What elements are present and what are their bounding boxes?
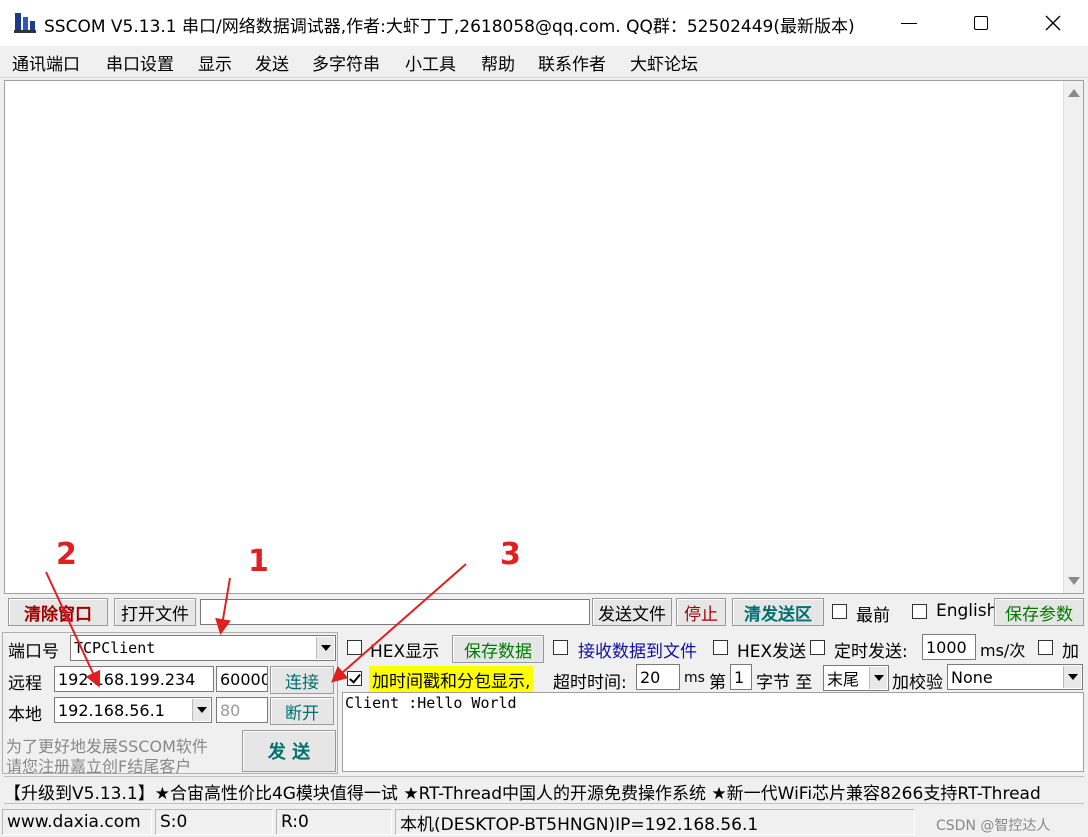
title-bar: SSCOM V5.13.1 串口/网络数据调试器,作者:大虾丁丁,2618058… (0, 0, 1088, 46)
byte-index-input[interactable]: 1 (730, 664, 752, 690)
timed-send-label: 定时发送: (834, 642, 908, 662)
send-file-button[interactable]: 发送文件 (592, 598, 672, 626)
disconnect-button[interactable]: 断开 (270, 697, 334, 725)
file-path-input[interactable] (200, 599, 590, 625)
recv-to-file-checkbox[interactable] (553, 640, 568, 655)
receive-area[interactable] (4, 80, 1084, 594)
timeout-input[interactable]: 20 (636, 664, 680, 690)
local-ip-select[interactable]: 192.168.56.1 (54, 697, 212, 723)
connect-button[interactable]: 连接 (270, 666, 334, 694)
interval-input[interactable]: 1000 (922, 634, 976, 660)
receive-scrollbar[interactable] (1063, 81, 1083, 593)
scroll-up-icon[interactable] (1068, 89, 1080, 97)
annotation-3: 3 (500, 537, 521, 572)
scroll-down-icon[interactable] (1068, 577, 1080, 585)
byte-prefix: 第 (709, 673, 726, 693)
local-port-input[interactable]: 80 (216, 697, 268, 723)
minimize-button[interactable] (882, 0, 936, 46)
hex-display-label: HEX显示 (370, 642, 440, 662)
watermark: CSDN @智控达人 (936, 818, 1051, 834)
status-bar: www.daxia.com S:0 R:0 本机(DESKTOP-BT5HNGN… (0, 806, 1088, 837)
promo-line-2: 请您注册嘉立创F结尾客户 (6, 757, 192, 776)
end-select-value: 末尾 (827, 670, 860, 689)
timestamp-checkbox[interactable] (347, 671, 362, 686)
add-label: 加 (1062, 642, 1079, 662)
send-button[interactable]: 发 送 (242, 730, 336, 772)
maximize-button[interactable] (954, 0, 1008, 46)
english-checkbox[interactable] (912, 604, 927, 619)
stop-button[interactable]: 停止 (676, 598, 726, 626)
send-text-area[interactable]: Client :Hello World (342, 692, 1084, 772)
status-received-count: R:0 (276, 809, 392, 835)
minimize-icon (901, 22, 917, 24)
annotation-2: 2 (56, 537, 77, 572)
timeout-label: 超时时间: (553, 673, 627, 693)
timed-send-checkbox[interactable] (810, 640, 825, 655)
port-select[interactable]: TCPClient (70, 635, 336, 661)
send-text-content: Client :Hello World (345, 694, 517, 712)
chevron-down-icon[interactable] (192, 699, 210, 721)
checksum-label: 加校验 (892, 673, 943, 693)
english-label: English (936, 601, 998, 621)
menu-send[interactable]: 发送 (255, 50, 289, 75)
chevron-down-icon[interactable] (869, 667, 887, 689)
hex-display-checkbox[interactable] (347, 640, 362, 655)
port-select-value: TCPClient (74, 639, 156, 657)
promo-marquee[interactable]: 【升级到V5.13.1】★合宙高性价比4G模块值得一试 ★RT-Thread中国… (4, 776, 1084, 804)
clear-send-area-button[interactable]: 清发送区 (732, 598, 824, 626)
checksum-select-value: None (951, 667, 993, 687)
status-website[interactable]: www.daxia.com (2, 809, 152, 835)
recv-to-file-label[interactable]: 接收数据到文件 (578, 637, 697, 662)
local-ip-value: 192.168.56.1 (58, 700, 165, 720)
clear-window-button[interactable]: 清除窗口 (8, 598, 108, 626)
hex-send-checkbox[interactable] (713, 640, 728, 655)
remote-port-input[interactable]: 60000 (216, 666, 268, 692)
maximize-icon (974, 16, 988, 30)
checksum-select[interactable]: None (947, 664, 1083, 690)
remote-ip-input[interactable]: 192.168.199.234 (54, 666, 214, 692)
byte-suffix: 字节 至 (756, 673, 813, 693)
timeout-unit: ms (684, 670, 705, 686)
annotation-1: 1 (248, 544, 269, 579)
close-button[interactable] (1026, 0, 1080, 46)
open-file-button[interactable]: 打开文件 (114, 598, 196, 626)
window-title: SSCOM V5.13.1 串口/网络数据调试器,作者:大虾丁丁,2618058… (44, 17, 855, 37)
chevron-down-icon[interactable] (1063, 666, 1081, 688)
end-select[interactable]: 末尾 (823, 665, 889, 691)
save-params-button[interactable]: 保存参数 (994, 598, 1084, 626)
latest-checkbox[interactable] (832, 604, 847, 619)
interval-unit: ms/次 (980, 641, 1026, 660)
sscom-app-icon (14, 13, 36, 33)
port-label: 端口号 (8, 642, 59, 662)
menu-multi-string[interactable]: 多字符串 (312, 50, 380, 75)
status-host-info: 本机(DESKTOP-BT5HNGN)IP=192.168.56.1 (395, 809, 915, 835)
status-sent-count: S:0 (155, 809, 273, 835)
local-label: 本地 (8, 705, 42, 725)
close-icon (1045, 15, 1061, 31)
menu-bar: 通讯端口 串口设置 显示 发送 多字符串 小工具 帮助 联系作者 大虾论坛 (0, 46, 1088, 78)
menu-serial-settings[interactable]: 串口设置 (106, 50, 174, 75)
remote-label: 远程 (8, 674, 42, 694)
menu-help[interactable]: 帮助 (481, 50, 515, 75)
timestamp-label: 加时间戳和分包显示, (369, 666, 534, 693)
menu-comm-port[interactable]: 通讯端口 (12, 50, 80, 75)
promo-marquee-text: 【升级到V5.13.1】★合宙高性价比4G模块值得一试 ★RT-Thread中国… (4, 784, 1041, 804)
menu-display[interactable]: 显示 (198, 50, 232, 75)
chevron-down-icon[interactable] (316, 637, 334, 659)
hex-send-label: HEX发送 (737, 642, 807, 662)
latest-label: 最前 (856, 606, 890, 626)
save-data-button[interactable]: 保存数据 (452, 635, 544, 663)
menu-forum[interactable]: 大虾论坛 (630, 50, 698, 75)
menu-contact-author[interactable]: 联系作者 (538, 50, 606, 75)
menu-tools[interactable]: 小工具 (405, 50, 456, 75)
add-checkbox[interactable] (1038, 640, 1053, 655)
